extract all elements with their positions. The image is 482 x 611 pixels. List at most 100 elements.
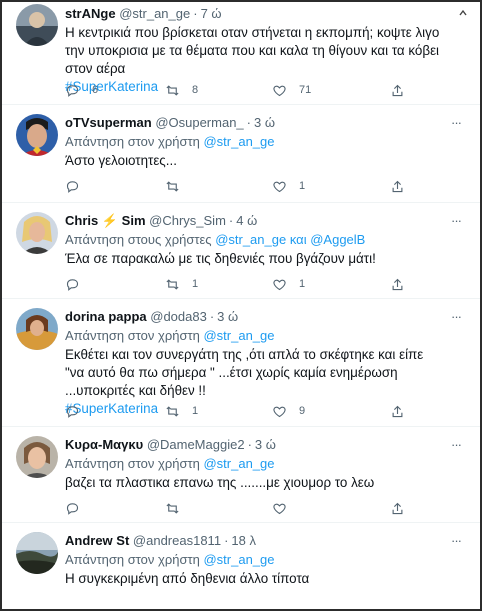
tweet-header: oTVsuperman @Osuperman_ · 3 ώ (65, 114, 440, 132)
reply-icon (66, 180, 79, 193)
more-options-icon[interactable]: ··· (448, 438, 464, 452)
tweet-thread: strANge @str_an_ge · 7 ώ Η κεντρικιά που β… (0, 0, 482, 611)
retweet-button[interactable] (165, 500, 192, 516)
more-options-icon[interactable]: ··· (448, 214, 464, 228)
tweet-actions: 1 (65, 178, 425, 194)
like-count: 9 (299, 405, 306, 417)
tweet[interactable]: strANge @str_an_ge · 7 ώ Η κεντρικιά που β… (2, 2, 480, 105)
like-button[interactable]: 1 (272, 276, 305, 292)
mention-link[interactable]: @str_an_ge (203, 456, 274, 471)
avatar[interactable] (16, 436, 58, 478)
replying-to: Απάντηση στον χρήστη @str_an_ge (65, 327, 275, 344)
display-name[interactable]: oTVsuperman (65, 115, 152, 130)
timestamp[interactable]: 7 ώ (201, 6, 222, 21)
reply-button[interactable] (65, 178, 92, 194)
mention-link[interactable]: @str_an_ge (215, 232, 286, 247)
reply-icon (66, 84, 79, 97)
share-button[interactable] (390, 500, 405, 516)
avatar[interactable] (16, 212, 58, 254)
share-icon (392, 278, 403, 290)
reply-button[interactable]: 6 (65, 82, 98, 98)
more-options-icon[interactable]: ··· (448, 310, 464, 324)
lightning-icon: ⚡ (101, 213, 119, 228)
tweet-actions (65, 500, 425, 516)
display-name[interactable]: dorina pappa (65, 309, 147, 324)
heart-icon (273, 406, 286, 417)
timestamp[interactable]: 3 ώ (254, 115, 275, 130)
tweet-body: Εκθέτει και τον συνεργάτη της ,ότι απλά … (65, 347, 424, 398)
reply-prefix: Απάντηση στον χρήστη (65, 552, 200, 567)
heart-icon (273, 279, 286, 290)
tweet-actions: 1 1 (65, 276, 425, 292)
share-button[interactable] (390, 178, 405, 194)
share-button[interactable] (390, 276, 405, 292)
tweet-actions: 1 9 (65, 403, 425, 419)
reply-button[interactable] (65, 500, 92, 516)
share-icon (392, 502, 403, 514)
user-handle[interactable]: @str_an_ge (119, 6, 190, 21)
retweet-icon (166, 502, 179, 514)
more-options-icon[interactable]: ··· (448, 534, 464, 548)
tweet-body: Άστο γελοιοτητες... (65, 153, 177, 168)
reply-count: 6 (92, 84, 99, 96)
separator-dot: · (193, 6, 198, 21)
user-handle[interactable]: @Osuperman_ (155, 115, 243, 130)
display-name-suffix[interactable]: Sim (122, 213, 146, 228)
avatar[interactable] (16, 4, 58, 46)
timestamp[interactable]: 4 ώ (236, 213, 257, 228)
mention-link[interactable]: @AggelB (310, 232, 365, 247)
timestamp[interactable]: 3 ώ (217, 309, 238, 324)
retweet-button[interactable]: 1 (165, 276, 198, 292)
like-button[interactable]: 9 (272, 403, 305, 419)
more-options-icon[interactable]: ··· (448, 116, 464, 130)
tweet[interactable]: Chris ⚡ Sim @Chrys_Sim · 4 ώ ··· Απάντηση … (2, 203, 480, 299)
display-name[interactable]: Andrew St (65, 533, 129, 548)
tweet[interactable]: Andrew St @andreas1811 · 18 λ ··· Απάντηση… (2, 523, 480, 609)
user-handle[interactable]: @andreas1811 (133, 533, 221, 548)
reply-button[interactable] (65, 403, 92, 419)
share-button[interactable] (390, 82, 405, 98)
user-handle[interactable]: @doda83 (150, 309, 207, 324)
retweet-button[interactable]: 1 (165, 403, 198, 419)
user-handle[interactable]: @Chrys_Sim (149, 213, 226, 228)
avatar[interactable] (16, 308, 58, 350)
retweet-count: 1 (192, 405, 199, 417)
mention-joiner: και (289, 232, 307, 247)
timestamp[interactable]: 3 ώ (255, 437, 276, 452)
tweet[interactable]: Κυρα-Μαγκυ @DameMaggie2 · 3 ώ ··· Απάντηση… (2, 427, 480, 523)
like-button[interactable] (272, 500, 299, 516)
separator-dot: · (224, 533, 229, 548)
mention-link[interactable]: @str_an_ge (203, 328, 274, 343)
tweet[interactable]: dorina pappa @doda83 · 3 ώ ··· Απάντηση στ… (2, 299, 480, 427)
timestamp[interactable]: 18 λ (231, 533, 256, 548)
mention-link[interactable]: @str_an_ge (203, 134, 274, 149)
tweet-header: Andrew St @andreas1811 · 18 λ (65, 532, 440, 550)
like-button[interactable]: 71 (272, 82, 311, 98)
like-button[interactable]: 1 (272, 178, 305, 194)
retweet-count: 8 (192, 84, 199, 96)
avatar[interactable] (16, 532, 58, 574)
mention-link[interactable]: @str_an_ge (203, 552, 274, 567)
user-handle[interactable]: @DameMaggie2 (147, 437, 245, 452)
heart-icon (273, 181, 286, 192)
avatar[interactable] (16, 114, 58, 156)
reply-prefix: Απάντηση στους χρήστες (65, 232, 212, 247)
display-name[interactable]: Chris (65, 213, 98, 228)
display-name[interactable]: Κυρα-Μαγκυ (65, 437, 143, 452)
reply-icon (66, 502, 79, 515)
share-button[interactable] (390, 403, 405, 419)
retweet-button[interactable] (165, 178, 192, 194)
retweet-button[interactable]: 8 (165, 82, 198, 98)
tweet-body: Έλα σε παρακαλώ με τις δηθενιές που βγάζ… (65, 251, 376, 266)
display-name[interactable]: strANge (65, 6, 116, 21)
retweet-icon (166, 278, 179, 290)
reply-prefix: Απάντηση στον χρήστη (65, 134, 200, 149)
replying-to: Απάντηση στον χρήστη @str_an_ge (65, 551, 275, 568)
retweet-icon (166, 84, 179, 96)
tweet[interactable]: oTVsuperman @Osuperman_ · 3 ώ ··· Απάντηση… (2, 105, 480, 203)
like-count: 71 (299, 84, 312, 96)
separator-dot: · (246, 115, 252, 130)
separator-dot: · (247, 437, 252, 452)
reply-icon (66, 405, 79, 418)
reply-button[interactable] (65, 276, 92, 292)
